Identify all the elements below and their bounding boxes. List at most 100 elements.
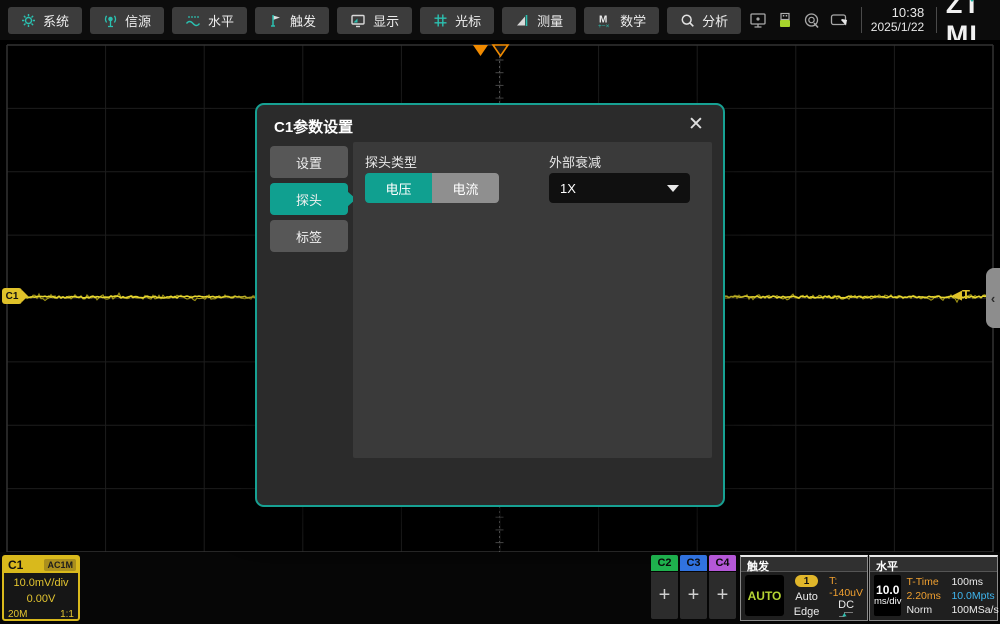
cursor-grid-icon (433, 13, 448, 28)
menu-label: 显示 (373, 11, 399, 30)
time-text: 10:38 (871, 6, 924, 21)
probe-type-voltage-button[interactable]: 电压 (365, 173, 432, 203)
channel1-readout: 10.0mV/div 0.00V (4, 573, 78, 608)
menu-label: 信源 (125, 11, 151, 30)
trigger-source-badge: 1 (795, 575, 818, 587)
trigger-position-markers[interactable] (472, 44, 510, 58)
probe-type-label: 探头类型 (365, 152, 417, 171)
horizontal-readout-grid: T-Time 100ms 2.20ms 10.0Mpts Norm 100MSa… (906, 575, 993, 617)
channel3-add-tile[interactable]: C3 + (680, 555, 707, 619)
channel1-offset: 0.00V (4, 592, 78, 608)
channel1-footer: 20M 1:1 (4, 608, 78, 620)
top-toolbar: 系统 信源 水平 触发 显示 光标 测量 M+−× 数学 (0, 0, 1000, 40)
channel3-name: C3 (680, 555, 707, 571)
touch-sound-icon[interactable] (803, 12, 821, 29)
menu-label: 光标 (455, 11, 481, 30)
sample-rate: 100MSa/s (951, 604, 993, 616)
menu-button-cursor[interactable]: 光标 (420, 7, 494, 34)
ext-atten-dropdown[interactable]: 1X (549, 173, 690, 203)
menu-label: 触发 (290, 11, 316, 30)
menu-button-trigger[interactable]: 触发 (255, 7, 329, 34)
logo-triangle-icon (967, 0, 977, 2)
trigger-sweep-mode: Auto (795, 591, 818, 603)
math-icon: M+−× (597, 13, 613, 28)
rising-edge-icon (831, 611, 861, 618)
channel1-info-box[interactable]: C1 AC1M 10.0mV/div 0.00V 20M 1:1 (2, 555, 80, 621)
toolbar-divider (936, 7, 937, 33)
probe-type-current-button[interactable]: 电流 (432, 173, 499, 203)
dialog-content-panel: 探头类型 电压 电流 外部衰减 1X (353, 142, 712, 458)
svg-text:+−×: +−× (598, 23, 610, 28)
menu-label: 分析 (702, 11, 728, 30)
channel2-add-tile[interactable]: C2 + (651, 555, 678, 619)
bottom-status-bar: C1 AC1M 10.0mV/div 0.00V 20M 1:1 C2 + C3… (0, 552, 1000, 624)
t-time-value: 100ms (951, 576, 993, 588)
status-icon-group (749, 12, 849, 29)
ext-atten-value: 1X (560, 181, 667, 196)
side-panel-handle[interactable]: ‹ (986, 268, 1000, 328)
timebase-box: 10.0 ms/div (874, 575, 901, 616)
memory-depth: 10.0Mpts (951, 590, 993, 602)
trigger-level-value: T: -140uV (829, 575, 863, 599)
menu-button-system[interactable]: 系统 (8, 7, 82, 34)
dialog-title: C1参数设置 (274, 116, 353, 137)
channel1-bandwidth: 20M (8, 609, 27, 620)
menu-button-display[interactable]: 显示 (337, 7, 412, 34)
timebase-value: 10.0 (876, 584, 899, 597)
menu-label: 数学 (620, 11, 646, 30)
signal-icon (103, 13, 118, 28)
analyze-icon (680, 13, 695, 28)
menu-label: 测量 (537, 11, 563, 30)
horizontal-info-panel[interactable]: 水平 10.0 ms/div T-Time 100ms 2.20ms 10.0M… (869, 555, 998, 621)
tab-settings[interactable]: 设置 (270, 146, 348, 178)
ext-atten-label: 外部衰减 (549, 152, 601, 171)
menu-button-analyze[interactable]: 分析 (667, 7, 741, 34)
channel4-add-button[interactable]: + (709, 572, 736, 619)
channel1-scale: 10.0mV/div (4, 576, 78, 592)
channel1-position-tag[interactable]: C1 (2, 288, 22, 304)
measure-icon (515, 13, 530, 28)
trigger-mode-box: AUTO (745, 575, 784, 616)
menu-label: 系统 (43, 11, 69, 30)
channel4-add-tile[interactable]: C4 + (709, 555, 736, 619)
channel3-add-button[interactable]: + (680, 572, 707, 619)
channel1-name: C1 (4, 558, 44, 572)
delay-value: 2.20ms (906, 590, 948, 602)
dialog-close-button[interactable]: ✕ (683, 112, 709, 138)
display-icon (350, 13, 366, 28)
trigger-marker-solid-icon (473, 45, 488, 56)
probe-type-segmented-control: 电压 电流 (365, 173, 499, 203)
menu-label: 水平 (208, 11, 234, 30)
chevron-down-icon (667, 185, 679, 192)
c1-settings-dialog: C1参数设置 ✕ 设置 探头 标签 探头类型 电压 电流 外部衰减 1X (255, 103, 725, 507)
timebase-unit: ms/div (874, 597, 901, 607)
trigger-flag-icon (268, 13, 283, 28)
t-time-label: T-Time (906, 576, 948, 588)
toolbar-divider (861, 7, 862, 33)
touch-gesture-icon[interactable] (830, 12, 849, 29)
trigger-info-panel[interactable]: 触发 AUTO 1 Auto Edge T: -140uV DC (740, 555, 868, 621)
menu-button-source[interactable]: 信源 (90, 7, 164, 34)
menu-button-horizontal[interactable]: 水平 (172, 7, 247, 34)
dialog-tab-list: 设置 探头 标签 (270, 146, 348, 257)
horizontal-panel-title: 水平 (870, 557, 997, 572)
trigger-marker-hollow-icon (493, 45, 508, 56)
remote-display-icon[interactable] (749, 12, 767, 29)
date-text: 2025/1/22 (871, 21, 924, 35)
usb-device-icon[interactable] (776, 12, 794, 29)
trigger-type: Edge (794, 606, 820, 618)
channel4-name: C4 (709, 555, 736, 571)
channel2-name: C2 (651, 555, 678, 571)
clock: 10:38 2025/1/22 (871, 6, 924, 35)
trigger-level-marker[interactable]: ◀T (952, 287, 970, 303)
trigger-coupling: DC (838, 599, 854, 611)
tab-label[interactable]: 标签 (270, 220, 348, 252)
menu-button-math[interactable]: M+−× 数学 (584, 7, 659, 34)
horizontal-wave-icon (185, 13, 201, 28)
acquire-mode: Norm (906, 604, 948, 616)
tab-probe[interactable]: 探头 (270, 183, 348, 215)
channel1-probe-ratio: 1:1 (60, 609, 74, 620)
gear-icon (21, 13, 36, 28)
channel2-add-button[interactable]: + (651, 572, 678, 619)
menu-button-measure[interactable]: 测量 (502, 7, 576, 34)
